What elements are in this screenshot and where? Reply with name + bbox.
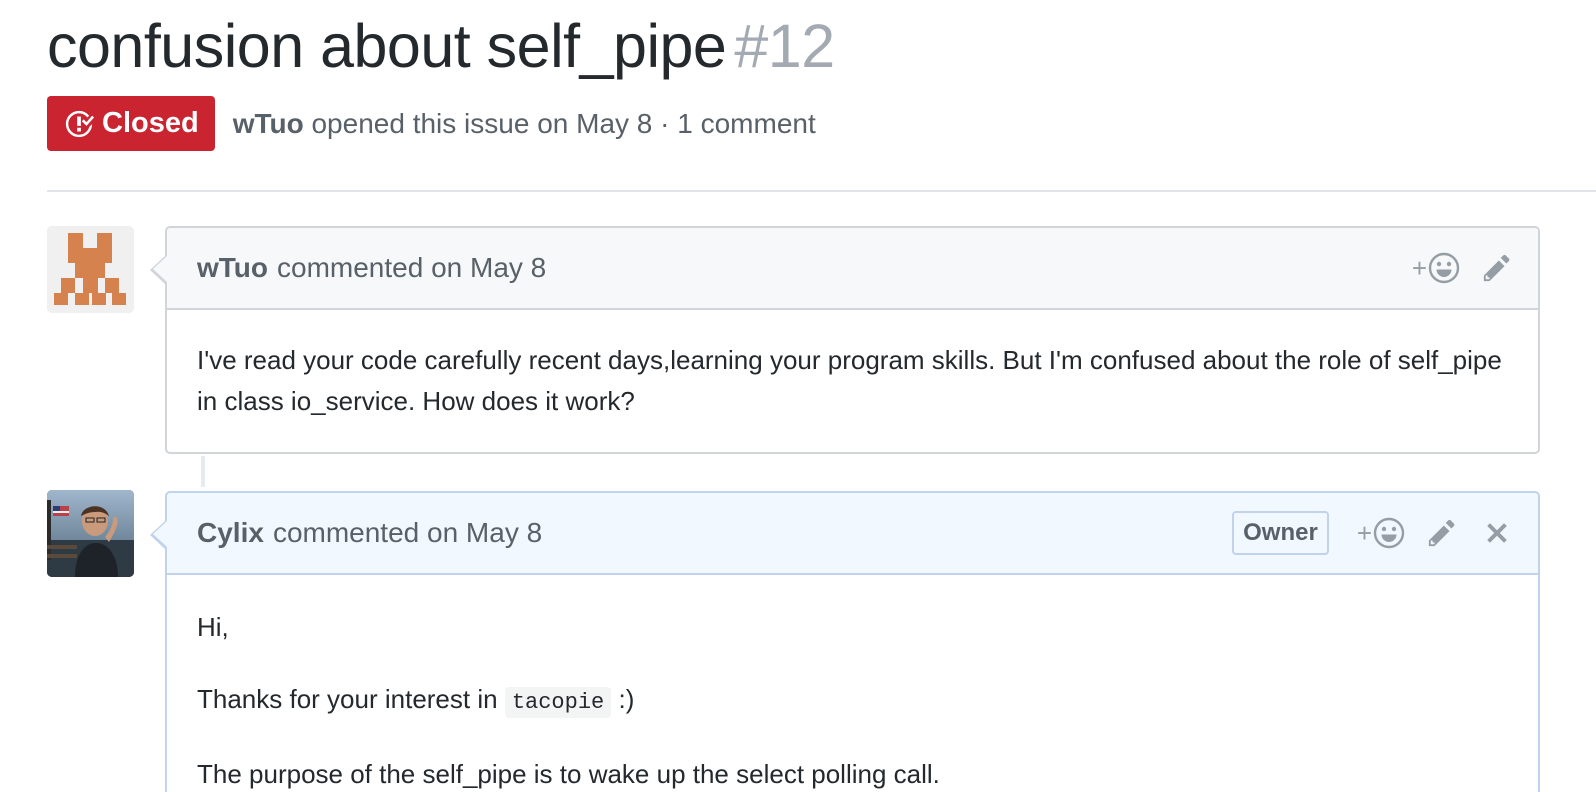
smiley-icon (1373, 517, 1405, 549)
comment-author[interactable]: Cylix (197, 517, 264, 549)
issue-number: #12 (734, 12, 835, 80)
edit-comment-button[interactable] (1427, 518, 1457, 548)
add-reaction-button[interactable]: + (1412, 252, 1460, 284)
inline-code: tacopie (504, 687, 612, 718)
avatar-wtuo[interactable] (47, 226, 134, 313)
comment-actions: + (1412, 228, 1512, 308)
issue-meta-text: wTuo opened this issue on May 8 · 1 comm… (233, 108, 816, 140)
comment-author[interactable]: wTuo (197, 252, 268, 284)
edit-comment-button[interactable] (1482, 253, 1512, 283)
purpose-text: The purpose of the self_pipe is to wake … (197, 759, 940, 789)
x-icon (1487, 523, 1507, 543)
issue-meta: Closed wTuo opened this issue on May 8 ·… (47, 96, 816, 151)
avatar-cylix[interactable] (47, 490, 134, 577)
smiley-text: :) (618, 684, 635, 714)
thanks-paragraph: Thanks for your interest in tacopie :) (197, 679, 1508, 723)
comment-timestamp[interactable]: commented on May 8 (277, 252, 546, 284)
profile-photo-avatar (47, 490, 134, 577)
issue-title-text: confusion about self_pipe (47, 12, 727, 80)
add-reaction-button[interactable]: + (1357, 517, 1405, 549)
comment-body: Hi, Thanks for your interest in tacopie … (167, 575, 1538, 792)
issue-title: confusion about self_pipe #12 (47, 8, 835, 84)
issue-closed-icon (65, 110, 94, 137)
comment-wtuo: wTuo commented on May 8 + I've read your… (150, 226, 1540, 454)
delete-comment-button[interactable] (1482, 518, 1512, 548)
issue-author-link[interactable]: wTuo (233, 108, 304, 139)
comment-text: I've read your code carefully recent day… (197, 345, 1502, 416)
timeline-connector (201, 456, 205, 487)
issue-page: confusion about self_pipe #12 Closed wTuo… (0, 0, 1596, 792)
pencil-icon (1428, 519, 1455, 547)
comment-actions: Owner + (1232, 493, 1512, 573)
pencil-icon (1483, 254, 1510, 282)
header-divider (47, 190, 1596, 192)
comment-header: wTuo commented on May 8 + (150, 228, 1538, 310)
state-badge: Closed (47, 96, 215, 151)
plus-icon: + (1411, 253, 1427, 283)
comment-body: I've read your code carefully recent day… (167, 310, 1538, 422)
greeting-text: Hi, (197, 612, 229, 642)
plus-icon: + (1356, 518, 1372, 548)
comment-cylix: Cylix commented on May 8 Owner + Hi, Tha… (150, 491, 1540, 792)
smiley-icon (1428, 252, 1460, 284)
owner-badge: Owner (1232, 511, 1329, 555)
state-label: Closed (102, 107, 199, 139)
thanks-text: Thanks for your interest in (197, 684, 498, 714)
comment-timestamp[interactable]: commented on May 8 (273, 517, 542, 549)
issue-opened-text: opened this issue on May 8 · 1 comment (311, 107, 816, 139)
identicon-avatar (47, 226, 134, 313)
comment-header: Cylix commented on May 8 Owner + (150, 493, 1538, 575)
